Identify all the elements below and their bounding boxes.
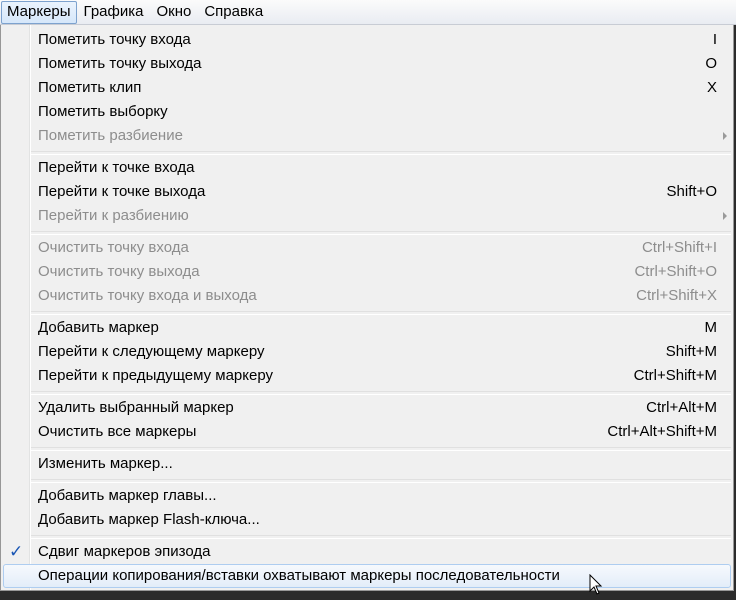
menu-item-shortcut: M xyxy=(704,319,718,336)
menu-item-label: Удалить выбранный маркер xyxy=(38,399,234,416)
menu-group-goto: Перейти к точке входа Перейти к точке вы… xyxy=(1,156,733,228)
menu-item-label: Операции копирования/вставки охватывают … xyxy=(38,567,560,584)
menu-item-shortcut: I xyxy=(712,31,717,48)
menu-item-clear-in: Очистить точку входа Ctrl+Shift+I xyxy=(1,236,733,260)
menu-item-mark-out[interactable]: Пометить точку выхода O xyxy=(1,52,733,76)
menu-group-edit: Изменить маркер... xyxy=(1,452,733,476)
background-strip xyxy=(0,591,736,600)
menu-item-shortcut: Ctrl+Shift+X xyxy=(636,287,717,304)
menu-item-label: Перейти к разбиению xyxy=(38,207,189,224)
menu-item-label: Пометить клип xyxy=(38,79,142,96)
menu-item-goto-split: Перейти к разбиению xyxy=(1,204,733,228)
menu-item-label: Пометить выборку xyxy=(38,103,168,120)
menu-item-edit-marker[interactable]: Изменить маркер... xyxy=(1,452,733,476)
menu-item-mark-in[interactable]: Пометить точку входа I xyxy=(1,28,733,52)
menu-help[interactable]: Справка xyxy=(198,1,269,24)
menu-separator xyxy=(31,479,731,483)
mouse-cursor-icon xyxy=(589,574,603,595)
submenu-arrow-icon xyxy=(723,132,727,140)
menu-group-delete: Удалить выбранный маркер Ctrl+Alt+M Очис… xyxy=(1,396,733,444)
menu-item-shortcut: O xyxy=(705,55,717,72)
menu-item-goto-out[interactable]: Перейти к точке выхода Shift+O xyxy=(1,180,733,204)
menu-item-mark-selection[interactable]: Пометить выборку xyxy=(1,100,733,124)
menu-separator xyxy=(31,231,731,235)
menu-item-label: Изменить маркер... xyxy=(38,455,173,472)
menu-window[interactable]: Окно xyxy=(150,1,197,24)
menu-separator xyxy=(31,535,731,539)
menu-item-label: Перейти к точке выхода xyxy=(38,183,206,200)
markers-dropdown-menu: Пометить точку входа I Пометить точку вы… xyxy=(0,25,734,591)
menu-separator xyxy=(31,151,731,155)
menu-item-label: Перейти к следующему маркеру xyxy=(38,343,265,360)
menu-item-label: Очистить точку входа xyxy=(38,239,189,256)
menu-item-clear-all-markers[interactable]: Очистить все маркеры Ctrl+Alt+Shift+M xyxy=(1,420,733,444)
menu-item-prev-marker[interactable]: Перейти к предыдущему маркеру Ctrl+Shift… xyxy=(1,364,733,388)
menu-item-label: Пометить точку входа xyxy=(38,31,191,48)
menu-item-mark-split: Пометить разбиение xyxy=(1,124,733,148)
menu-item-shortcut: X xyxy=(706,79,717,96)
menu-separator xyxy=(31,311,731,315)
menu-item-add-marker[interactable]: Добавить маркер M xyxy=(1,316,733,340)
menu-item-shortcut: Ctrl+Shift+M xyxy=(633,367,717,384)
menu-group-clear: Очистить точку входа Ctrl+Shift+I Очисти… xyxy=(1,236,733,308)
menu-group-add-marker: Добавить маркер M Перейти к следующему м… xyxy=(1,316,733,388)
menu-item-delete-selected-marker[interactable]: Удалить выбранный маркер Ctrl+Alt+M xyxy=(1,396,733,420)
menu-item-shortcut: Ctrl+Alt+M xyxy=(646,399,717,416)
menu-item-ripple-sequence-markers[interactable]: ✓ Сдвиг маркеров эпизода xyxy=(1,540,733,564)
menu-item-label: Перейти к предыдущему маркеру xyxy=(38,367,274,384)
menu-item-clear-in-out: Очистить точку входа и выхода Ctrl+Shift… xyxy=(1,284,733,308)
menu-group-mark: Пометить точку входа I Пометить точку вы… xyxy=(1,28,733,148)
submenu-arrow-icon xyxy=(723,212,727,220)
menu-item-shortcut: Shift+O xyxy=(666,183,717,200)
menu-graphics[interactable]: Графика xyxy=(78,1,150,24)
menu-item-label: Добавить маркер Flash-ключа... xyxy=(38,511,260,528)
menu-item-copy-paste-includes-markers[interactable]: Операции копирования/вставки охватывают … xyxy=(3,564,731,588)
checkmark-icon: ✓ xyxy=(9,542,24,561)
menu-markers[interactable]: Маркеры xyxy=(1,0,77,24)
menu-item-shortcut: Ctrl+Alt+Shift+M xyxy=(607,423,717,440)
menu-item-next-marker[interactable]: Перейти к следующему маркеру Shift+M xyxy=(1,340,733,364)
menu-item-add-chapter-marker[interactable]: Добавить маркер главы... xyxy=(1,484,733,508)
menu-group-options: ✓ Сдвиг маркеров эпизода Операции копиро… xyxy=(1,540,733,588)
menu-item-shortcut: Ctrl+Shift+I xyxy=(641,239,717,256)
menu-item-label: Очистить точку входа и выхода xyxy=(38,287,257,304)
menu-item-label: Перейти к точке входа xyxy=(38,159,195,176)
menu-item-add-flash-marker[interactable]: Добавить маркер Flash-ключа... xyxy=(1,508,733,532)
menu-item-label: Добавить маркер xyxy=(38,319,159,336)
menu-item-goto-in[interactable]: Перейти к точке входа xyxy=(1,156,733,180)
menu-bar: Маркеры Графика Окно Справка xyxy=(0,0,736,25)
menu-item-label: Очистить точку выхода xyxy=(38,263,200,280)
menu-item-label: Добавить маркер главы... xyxy=(38,487,217,504)
menu-item-shortcut: Shift+M xyxy=(665,343,717,360)
menu-item-label: Пометить разбиение xyxy=(38,127,183,144)
menu-item-label: Очистить все маркеры xyxy=(38,423,197,440)
menu-item-mark-clip[interactable]: Пометить клип X xyxy=(1,76,733,100)
menu-item-label: Пометить точку выхода xyxy=(38,55,202,72)
menu-item-label: Сдвиг маркеров эпизода xyxy=(38,543,211,560)
menu-separator xyxy=(31,391,731,395)
menu-item-clear-out: Очистить точку выхода Ctrl+Shift+O xyxy=(1,260,733,284)
menu-separator xyxy=(31,447,731,451)
menu-item-shortcut: Ctrl+Shift+O xyxy=(634,263,717,280)
menu-group-chapter: Добавить маркер главы... Добавить маркер… xyxy=(1,484,733,532)
